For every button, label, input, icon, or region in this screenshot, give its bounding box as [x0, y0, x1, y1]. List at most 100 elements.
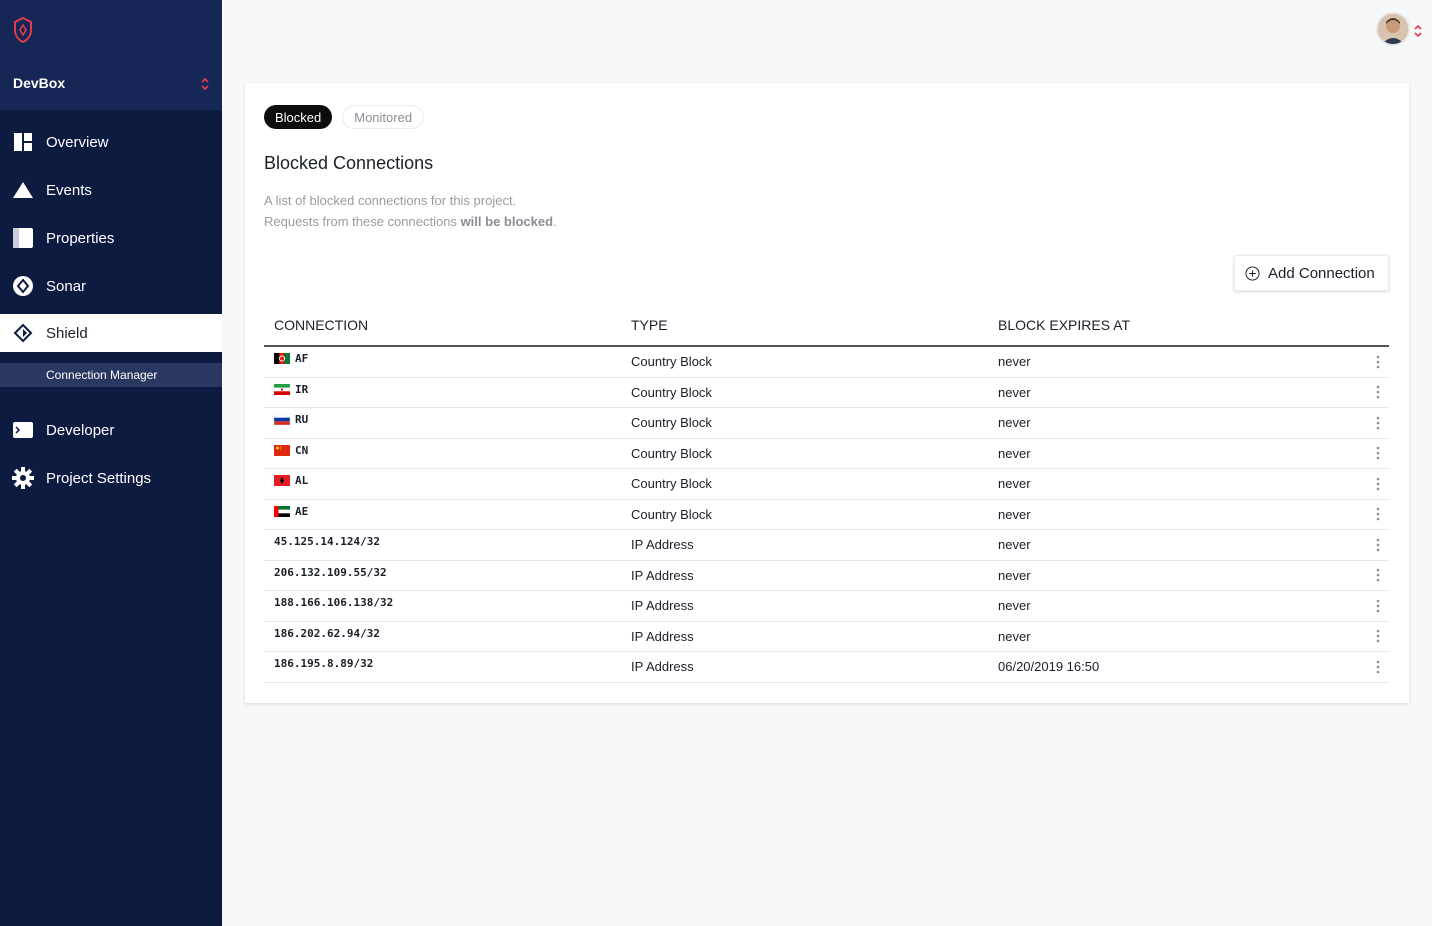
expires-cell: never [998, 506, 1031, 522]
project-name: DevBox [13, 75, 66, 91]
tab-monitored[interactable]: Monitored [342, 105, 425, 129]
type-cell: Country Block [631, 445, 712, 461]
events-icon [12, 179, 34, 201]
connection-value: AF [295, 352, 309, 366]
more-options-icon[interactable] [1376, 629, 1380, 643]
actions-cell [1338, 660, 1389, 674]
table-row[interactable]: RU Country Block never [264, 408, 1389, 439]
table-row[interactable]: AF Country Block never [264, 347, 1389, 378]
sidebar-item-label: Project Settings [46, 469, 152, 487]
type-cell: Country Block [631, 506, 712, 522]
sidebar-item-properties[interactable]: Properties [0, 214, 222, 262]
more-options-icon[interactable] [1376, 416, 1380, 430]
sidebar-item-project-settings[interactable]: Project Settings [0, 454, 222, 502]
account-switch-icon[interactable] [1413, 24, 1423, 38]
type-cell: IP Address [631, 628, 694, 644]
actions-cell [1338, 385, 1389, 399]
table-row[interactable]: CN Country Block never [264, 439, 1389, 469]
add-connection-button[interactable]: Add Connection [1234, 255, 1389, 291]
description-period: . [553, 214, 557, 229]
description: A list of blocked connections for this p… [264, 190, 557, 232]
flag-ae-icon [274, 505, 290, 517]
connection-value: 186.202.62.94/32 [274, 626, 380, 640]
shield-logo-icon[interactable] [12, 16, 34, 44]
sidebar-item-developer[interactable]: Developer [0, 406, 222, 454]
connections-card: Blocked Monitored Blocked Connections A … [245, 83, 1409, 703]
more-options-icon[interactable] [1376, 568, 1380, 582]
expires-cell: never [998, 354, 1031, 370]
table-row[interactable]: 186.195.8.89/32 IP Address 06/20/2019 16… [264, 652, 1389, 683]
connection-value: AE [295, 504, 309, 518]
sidebar-subitem-connection-manager[interactable]: Connection Manager [0, 363, 222, 387]
more-options-icon[interactable] [1376, 446, 1380, 460]
sidebar-item-events[interactable]: Events [0, 166, 222, 214]
table-row[interactable]: 188.166.106.138/32 IP Address never [264, 591, 1389, 622]
more-options-icon[interactable] [1376, 355, 1380, 369]
sidebar: DevBox Overview Events Properties Sonar … [0, 0, 222, 926]
table-row[interactable]: 45.125.14.124/32 IP Address never [264, 530, 1389, 561]
connection-cell: 186.202.62.94/32 [264, 627, 631, 640]
connection-value: RU [295, 413, 309, 427]
connection-value: IR [295, 382, 309, 396]
more-options-icon[interactable] [1376, 385, 1380, 399]
table-row[interactable]: 206.132.109.55/32 IP Address never [264, 561, 1389, 591]
expires-cell: never [998, 537, 1031, 553]
developer-icon [12, 419, 34, 441]
expires-cell: never [998, 476, 1031, 492]
flag-al-icon [274, 475, 290, 487]
expires-cell: never [998, 567, 1031, 583]
sidebar-item-sonar[interactable]: Sonar [0, 262, 222, 310]
sonar-icon [12, 275, 34, 297]
actions-cell [1338, 629, 1389, 643]
more-options-icon[interactable] [1376, 599, 1380, 613]
expires-cell: never [998, 384, 1031, 400]
connection-value: 206.132.109.55/32 [274, 565, 387, 579]
page-title: Blocked Connections [264, 153, 434, 173]
avatar-image-icon [1378, 14, 1408, 44]
connections-table: CONNECTION TYPE BLOCK EXPIRES AT AF Coun… [264, 305, 1389, 683]
connection-cell: AL [264, 474, 631, 487]
table-header: CONNECTION TYPE BLOCK EXPIRES AT [264, 305, 1389, 347]
sidebar-nav: Overview Events Properties Sonar Shield [0, 118, 222, 502]
expires-cell: never [998, 415, 1031, 431]
table-row[interactable]: AE Country Block never [264, 500, 1389, 530]
sidebar-item-label: Properties [46, 229, 115, 247]
avatar[interactable] [1376, 12, 1410, 46]
project-switch-icon[interactable] [200, 77, 210, 91]
connection-value: 188.166.106.138/32 [274, 596, 394, 610]
sidebar-item-overview[interactable]: Overview [0, 118, 222, 166]
type-cell: Country Block [631, 476, 712, 492]
overview-icon [12, 131, 34, 153]
connection-value: 45.125.14.124/32 [274, 535, 380, 549]
column-header-connection: CONNECTION [274, 317, 369, 333]
type-cell: Country Block [631, 415, 712, 431]
flag-cn-icon [274, 444, 290, 456]
shield-icon [12, 322, 34, 344]
description-line-1: A list of blocked connections for this p… [264, 193, 517, 208]
add-connection-label: Add Connection [1268, 264, 1375, 282]
table-row[interactable]: AL Country Block never [264, 469, 1389, 500]
more-options-icon[interactable] [1376, 538, 1380, 552]
actions-cell [1338, 599, 1389, 613]
table-row[interactable]: 186.202.62.94/32 IP Address never [264, 622, 1389, 652]
connection-value: AL [295, 474, 309, 488]
more-options-icon[interactable] [1376, 477, 1380, 491]
connection-cell: 45.125.14.124/32 [264, 535, 631, 548]
properties-icon [12, 227, 34, 249]
tab-blocked[interactable]: Blocked [264, 105, 333, 129]
tabs: Blocked Monitored [264, 105, 425, 129]
connection-cell: CN [264, 444, 631, 457]
type-cell: Country Block [631, 354, 712, 370]
expires-cell: never [998, 445, 1031, 461]
sidebar-item-label: Overview [46, 133, 109, 151]
column-header-type: TYPE [631, 317, 668, 333]
plus-circle-icon [1245, 265, 1260, 281]
type-cell: Country Block [631, 384, 712, 400]
more-options-icon[interactable] [1376, 660, 1380, 674]
more-options-icon[interactable] [1376, 507, 1380, 521]
sidebar-item-label: Developer [46, 421, 115, 439]
type-cell: IP Address [631, 598, 694, 614]
sidebar-item-shield[interactable]: Shield [0, 314, 222, 352]
table-row[interactable]: IR Country Block never [264, 378, 1389, 408]
type-cell: IP Address [631, 659, 694, 675]
